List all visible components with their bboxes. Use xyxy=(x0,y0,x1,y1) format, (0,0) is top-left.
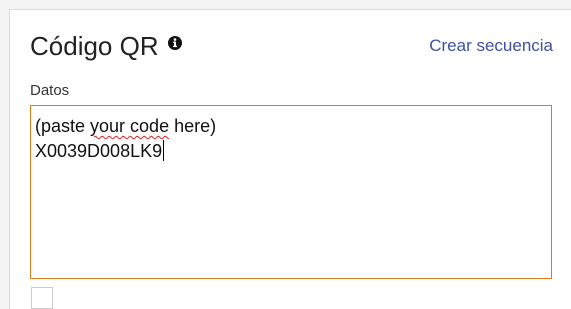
panel-header: Código QR Crear secuencia xyxy=(10,10,571,80)
data-field-label: Datos xyxy=(30,82,70,99)
page-title: Código QR xyxy=(30,31,159,61)
text-suffix: here) xyxy=(169,116,217,136)
textarea-line-2: X0039D008LK9 xyxy=(35,139,547,164)
misspelled-text: your code xyxy=(90,116,170,136)
qr-code-panel: Código QR Crear secuencia Datos (paste y… xyxy=(9,9,571,309)
textarea-line-1: (paste your code here) xyxy=(35,114,547,139)
text-prefix: (paste xyxy=(35,116,91,136)
code-value: X0039D008LK9 xyxy=(35,141,163,161)
data-textarea[interactable]: (paste your code here) X0039D008LK9 xyxy=(30,105,552,279)
text-caret xyxy=(163,140,165,161)
create-sequence-link[interactable]: Crear secuencia xyxy=(429,35,553,57)
info-icon[interactable] xyxy=(168,36,182,50)
option-checkbox[interactable] xyxy=(31,287,53,309)
